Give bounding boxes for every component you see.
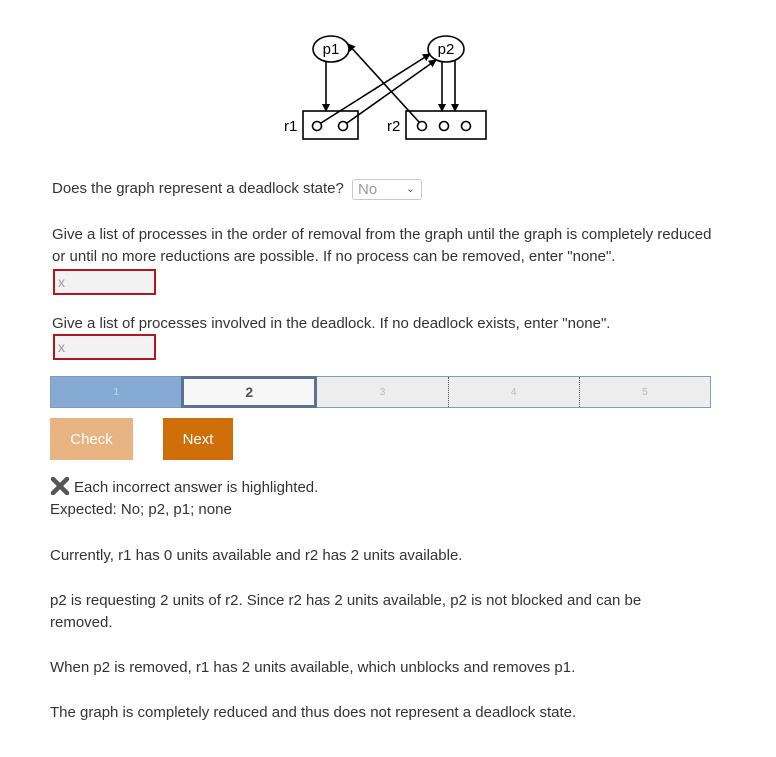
resource-node-r1: r1 <box>284 110 359 140</box>
question-deadlock-text: Does the graph represent a deadlock stat… <box>52 180 344 197</box>
explanation-paragraph-3: When p2 is removed, r1 has 2 units avail… <box>50 659 576 676</box>
check-button[interactable]: Check <box>50 418 133 460</box>
progress-step-5[interactable]: 5 <box>578 377 710 407</box>
next-button[interactable]: Next <box>163 418 233 460</box>
removal-order-input[interactable]: x <box>53 269 156 295</box>
resource-label-r1: r1 <box>284 118 297 135</box>
explanation-paragraph-2: p2 is requesting 2 units of r2. Since r2… <box>50 592 642 631</box>
resource-node-r2: r2 <box>387 110 487 140</box>
chevron-down-icon: ⌄ <box>405 182 416 195</box>
resource-allocation-graph: p1 p2 r1 r2 <box>284 35 487 140</box>
progress-step-1[interactable]: 1 <box>51 377 182 407</box>
process-node-p1: p1 <box>312 35 350 63</box>
expected-answer: Expected: No; p2, p1; none <box>50 501 232 518</box>
incorrect-feedback-text: Each incorrect answer is highlighted. <box>74 479 319 496</box>
question-removal-order-text: Give a list of processes in the order of… <box>52 226 712 265</box>
process-label-p2: p2 <box>438 41 455 58</box>
explanation-paragraph-4: The graph is completely reduced and thus… <box>50 704 577 721</box>
question-deadlock-processes-text: Give a list of processes involved in the… <box>52 315 611 332</box>
resource-label-r2: r2 <box>387 118 400 135</box>
progress-step-3[interactable]: 3 <box>317 377 447 407</box>
deadlock-processes-input[interactable]: x <box>53 334 156 360</box>
explanation-paragraph-1: Currently, r1 has 0 units available and … <box>50 547 463 564</box>
progress-step-4[interactable]: 4 <box>447 377 579 407</box>
question-deadlock: Does the graph represent a deadlock stat… <box>52 178 423 200</box>
progress-bar: 1 2 3 4 5 <box>50 376 711 408</box>
process-label-p1: p1 <box>323 41 340 58</box>
deadlock-select[interactable]: No ⌄ <box>352 178 423 200</box>
progress-step-2[interactable]: 2 <box>181 376 318 408</box>
deadlock-select-value: No <box>358 180 378 198</box>
process-node-p2: p2 <box>427 35 465 63</box>
